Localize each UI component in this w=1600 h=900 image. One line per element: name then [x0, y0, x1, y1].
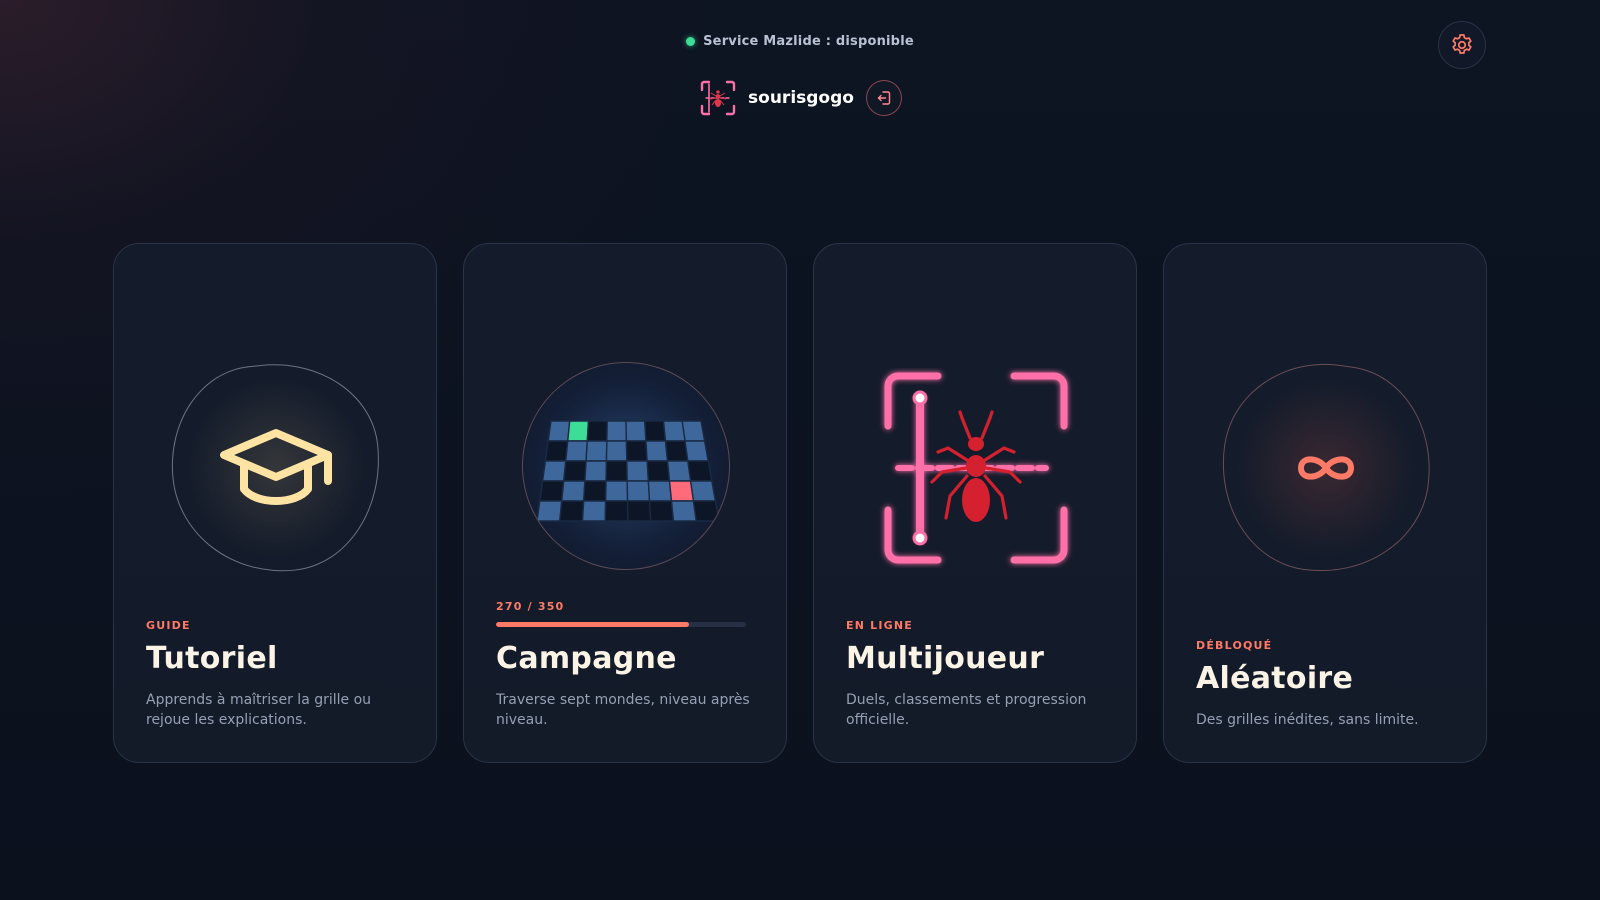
board-cell [538, 480, 565, 502]
board-cell [536, 500, 563, 522]
service-status: Service Mazlide : disponible [0, 34, 1600, 49]
board-cell [625, 440, 648, 462]
card-body: GUIDE Tutoriel Apprends à maîtriser la g… [146, 619, 406, 730]
campaign-progress-fill [496, 622, 689, 627]
board-cell [664, 440, 689, 462]
board-cell [562, 460, 587, 482]
board-cell [566, 420, 590, 442]
board-cell [644, 420, 667, 442]
card-visual [814, 244, 1136, 664]
board-cell [558, 500, 585, 522]
card-description: Duels, classements et progression offici… [846, 692, 1087, 728]
card-title: Aléatoire [1196, 661, 1354, 696]
board-cell [584, 460, 608, 482]
card-campagne[interactable]: 270 / 350 Campagne Traverse sept mondes,… [463, 243, 787, 763]
campaign-progress-bar [496, 622, 746, 627]
card-description: Apprends à maîtriser la grille ou rejoue… [146, 692, 372, 728]
card-title: Tutoriel [146, 641, 278, 676]
ant-target-icon [884, 372, 1068, 564]
icon-frame [161, 353, 391, 583]
card-kicker: GUIDE [146, 619, 191, 632]
card-body: 270 / 350 Campagne Traverse sept mondes,… [496, 600, 756, 730]
graduation-cap-icon [220, 429, 332, 505]
board-cell [670, 500, 698, 522]
icon-frame [522, 362, 730, 570]
gear-icon [1452, 34, 1472, 54]
board-cell [626, 460, 650, 482]
board-cell [647, 480, 673, 502]
ant-target-icon [700, 80, 736, 116]
board-cell [626, 480, 651, 502]
board-cell [648, 500, 675, 522]
card-visual [114, 244, 436, 664]
service-status-text: Service Mazlide : disponible [703, 34, 914, 49]
card-title: Campagne [496, 641, 677, 676]
avatar[interactable] [698, 78, 738, 118]
grid-board-icon [526, 366, 726, 566]
board-cell [626, 500, 652, 522]
board-cell [560, 480, 586, 502]
card-kicker: DÉBLOQUÉ [1196, 639, 1273, 652]
board-cell [564, 440, 589, 462]
card-multijoueur[interactable]: EN LIGNE Multijoueur Duels, classements … [813, 243, 1137, 763]
board-cell [547, 420, 571, 442]
board-cell [586, 420, 608, 442]
campaign-progress-label: 270 / 350 [496, 600, 565, 613]
card-description: Des grilles inédites, sans limite. [1196, 712, 1419, 728]
board-cell [681, 420, 706, 442]
board-cell [581, 500, 607, 522]
user-bar: sourisgogo [0, 78, 1600, 118]
board-cell [606, 420, 628, 442]
board-cell [668, 480, 695, 502]
board-cell [646, 460, 671, 482]
board-cell [604, 480, 629, 502]
card-body: EN LIGNE Multijoueur Duels, classements … [846, 619, 1106, 730]
board-cell [687, 460, 713, 482]
logout-icon [877, 91, 891, 105]
board-cell [604, 500, 629, 522]
card-aleatoire[interactable]: DÉBLOQUÉ Aléatoire Des grilles inédites,… [1163, 243, 1487, 763]
board-cell [605, 460, 628, 482]
board-cell [692, 500, 720, 522]
board-cell [684, 440, 710, 462]
card-description: Traverse sept mondes, niveau après nivea… [496, 692, 750, 728]
settings-button[interactable] [1438, 21, 1486, 69]
board-cell [585, 440, 608, 462]
board-cell [582, 480, 607, 502]
board-cell [605, 440, 628, 462]
infinity-icon [1298, 456, 1354, 480]
board-cell [689, 480, 717, 502]
board-cell [541, 460, 567, 482]
board-cell [544, 440, 569, 462]
card-title: Multijoueur [846, 641, 1045, 676]
card-kicker: EN LIGNE [846, 619, 914, 632]
board-cell [625, 420, 647, 442]
board-cell [666, 460, 692, 482]
username: sourisgogo [748, 88, 854, 108]
card-tutoriel[interactable]: GUIDE Tutoriel Apprends à maîtriser la g… [113, 243, 437, 763]
logout-button[interactable] [865, 80, 902, 116]
card-body: DÉBLOQUÉ Aléatoire Des grilles inédites,… [1196, 639, 1456, 730]
board-cell [645, 440, 669, 462]
mode-cards: GUIDE Tutoriel Apprends à maîtriser la g… [113, 243, 1487, 763]
status-indicator-dot [686, 37, 696, 46]
card-visual [1164, 244, 1486, 664]
icon-frame [1208, 350, 1444, 586]
board-cell [662, 420, 686, 442]
